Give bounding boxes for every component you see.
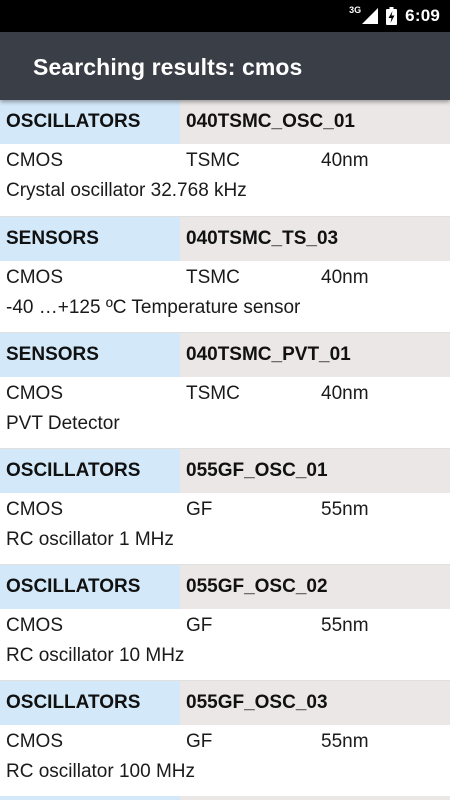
status-clock: 6:09	[405, 6, 440, 25]
result-description: RC oscillator 10 MHz	[6, 645, 185, 666]
result-foundry: GF	[186, 731, 213, 752]
result-technology: CMOS	[6, 383, 63, 404]
result-header: SENSORS 040TSMC_PVT_01	[0, 333, 450, 377]
page-title: Searching results: cmos	[33, 54, 303, 80]
result-node: 55nm	[321, 499, 369, 520]
result-header: OSCILLATORS 055GF_OSC_03	[0, 681, 450, 725]
result-description: -40 …+125 ºC Temperature sensor	[6, 297, 301, 318]
result-code: 040TSMC_OSC_01	[180, 100, 450, 144]
result-node: 40nm	[321, 267, 369, 288]
result-specs: CMOS TSMC 40nm	[0, 261, 450, 295]
result-header: OSCILLATORS 040TSMC_OSC_01	[0, 100, 450, 144]
result-description: RC oscillator 1 MHz	[6, 529, 174, 550]
result-code: 055GF_OSC_02	[180, 565, 450, 609]
result-technology: CMOS	[6, 615, 63, 636]
status-bar: 3G 6:09	[0, 0, 450, 32]
result-code: 040TSMC_TS_03	[180, 217, 450, 261]
result-specs: CMOS TSMC 40nm	[0, 377, 450, 411]
result-category: SENSORS	[0, 217, 180, 261]
result-technology: CMOS	[6, 499, 63, 520]
result-item[interactable]: OSCILLATORS 055GF_OSC_03 CMOS GF 55nm RC…	[0, 680, 450, 796]
result-node: 40nm	[321, 150, 369, 171]
result-foundry: GF	[186, 615, 213, 636]
result-specs: CMOS GF 55nm	[0, 725, 450, 759]
result-technology: CMOS	[6, 150, 63, 171]
result-item[interactable]: OSCILLATORS 055GF_OSC_02 CMOS GF 55nm RC…	[0, 564, 450, 680]
result-item[interactable]: OSCILLATORS 040TSMC_OSC_01 CMOS TSMC 40n…	[0, 100, 450, 216]
result-foundry: TSMC	[186, 267, 240, 288]
result-category: OSCILLATORS	[0, 449, 180, 493]
result-specs: CMOS GF 55nm	[0, 493, 450, 527]
result-category: SENSORS	[0, 333, 180, 377]
result-item[interactable]: SENSORS 040TSMC_PVT_01 CMOS TSMC 40nm PV…	[0, 332, 450, 448]
result-code: 055GF_OSC_03	[180, 681, 450, 725]
result-node: 55nm	[321, 615, 369, 636]
network-type-label: 3G	[349, 5, 362, 15]
app-bar: Searching results: cmos	[0, 32, 450, 100]
result-header: OSCILLATORS 055GF_OSC_01	[0, 449, 450, 493]
result-foundry: GF	[186, 499, 213, 520]
signal-icon	[362, 8, 379, 24]
result-description: Crystal oscillator 32.768 kHz	[6, 180, 247, 201]
result-item[interactable]: OSCILLATORS 055GF_OSC_01 CMOS GF 55nm RC…	[0, 448, 450, 564]
next-result-peek	[0, 796, 450, 800]
result-technology: CMOS	[6, 267, 63, 288]
result-technology: CMOS	[6, 731, 63, 752]
result-foundry: TSMC	[186, 383, 240, 404]
result-header: OSCILLATORS 055GF_OSC_02	[0, 565, 450, 609]
result-specs: CMOS TSMC 40nm	[0, 144, 450, 178]
result-foundry: TSMC	[186, 150, 240, 171]
result-code: 040TSMC_PVT_01	[180, 333, 450, 377]
result-category: OSCILLATORS	[0, 681, 180, 725]
result-description: PVT Detector	[6, 413, 120, 434]
battery-charging-icon	[386, 7, 398, 25]
result-category: OSCILLATORS	[0, 565, 180, 609]
result-code: 055GF_OSC_01	[180, 449, 450, 493]
result-node: 55nm	[321, 731, 369, 752]
result-description: RC oscillator 100 MHz	[6, 761, 195, 782]
next-result-code-peek	[180, 796, 450, 800]
results-list[interactable]: OSCILLATORS 040TSMC_OSC_01 CMOS TSMC 40n…	[0, 100, 450, 796]
result-category: OSCILLATORS	[0, 100, 180, 144]
status-icons: 3G 6:09	[349, 0, 440, 32]
result-header: SENSORS 040TSMC_TS_03	[0, 217, 450, 261]
result-node: 40nm	[321, 383, 369, 404]
result-item[interactable]: SENSORS 040TSMC_TS_03 CMOS TSMC 40nm -40…	[0, 216, 450, 332]
result-specs: CMOS GF 55nm	[0, 609, 450, 643]
